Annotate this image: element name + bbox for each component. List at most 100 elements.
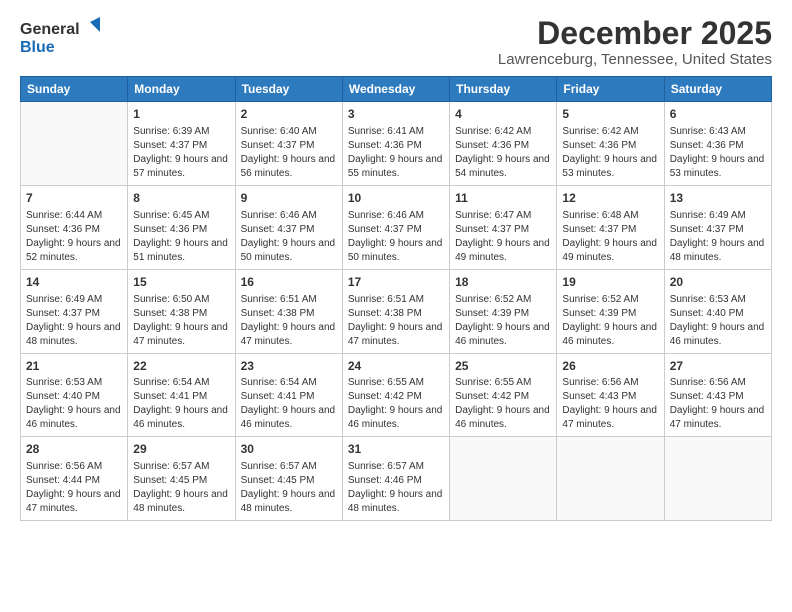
day-info: Sunrise: 6:46 AMSunset: 4:37 PMDaylight:…: [348, 209, 444, 265]
day-info: Sunrise: 6:56 AMSunset: 4:44 PMDaylight:…: [26, 460, 122, 516]
calendar-cell: 16 Sunrise: 6:51 AMSunset: 4:38 PMDayligh…: [235, 269, 342, 353]
day-info: Sunrise: 6:42 AMSunset: 4:36 PMDaylight:…: [455, 125, 551, 181]
calendar-cell: 21Sunrise: 6:53 AMSunset: 4:40 PMDayligh…: [21, 353, 128, 437]
calendar-week-1: 1 Sunrise: 6:39 AMSunset: 4:37 PMDaylight…: [21, 102, 772, 186]
day-number: 4: [455, 106, 551, 123]
month-title: December 2025: [498, 16, 772, 51]
day-info: Sunrise: 6:41 AMSunset: 4:36 PMDaylight:…: [348, 125, 444, 181]
day-info: Sunrise: 6:54 AMSunset: 4:41 PMDaylight:…: [133, 376, 229, 432]
calendar-cell: 24Sunrise: 6:55 AMSunset: 4:42 PMDayligh…: [342, 353, 449, 437]
day-number: 22: [133, 358, 229, 375]
day-info: Sunrise: 6:57 AMSunset: 4:45 PMDaylight:…: [133, 460, 229, 516]
day-number: 14: [26, 274, 122, 291]
day-number: 20: [670, 274, 766, 291]
day-info: Sunrise: 6:56 AMSunset: 4:43 PMDaylight:…: [562, 376, 658, 432]
day-info: Sunrise: 6:56 AMSunset: 4:43 PMDaylight:…: [670, 376, 766, 432]
day-number: 1: [133, 106, 229, 123]
weekday-header-thursday: Thursday: [450, 77, 557, 102]
calendar-cell: 25Sunrise: 6:55 AMSunset: 4:42 PMDayligh…: [450, 353, 557, 437]
day-number: 24: [348, 358, 444, 375]
day-info: Sunrise: 6:46 AMSunset: 4:37 PMDaylight:…: [241, 209, 337, 265]
day-info: Sunrise: 6:54 AMSunset: 4:41 PMDaylight:…: [241, 376, 337, 432]
logo-svg: General Blue: [20, 16, 100, 56]
day-info: Sunrise: 6:57 AMSunset: 4:45 PMDaylight:…: [241, 460, 337, 516]
location-title: Lawrenceburg, Tennessee, United States: [498, 51, 772, 68]
day-number: 10: [348, 190, 444, 207]
day-number: 21: [26, 358, 122, 375]
day-info: Sunrise: 6:52 AMSunset: 4:39 PMDaylight:…: [562, 293, 658, 349]
calendar-cell: 3 Sunrise: 6:41 AMSunset: 4:36 PMDaylight…: [342, 102, 449, 186]
day-number: 17: [348, 274, 444, 291]
day-number: 19: [562, 274, 658, 291]
calendar-cell: 10 Sunrise: 6:46 AMSunset: 4:37 PMDayligh…: [342, 185, 449, 269]
day-number: 16: [241, 274, 337, 291]
calendar-cell: 13 Sunrise: 6:49 AMSunset: 4:37 PMDayligh…: [664, 185, 771, 269]
calendar-cell: 20Sunrise: 6:53 AMSunset: 4:40 PMDayligh…: [664, 269, 771, 353]
day-number: 26: [562, 358, 658, 375]
day-number: 13: [670, 190, 766, 207]
calendar-cell: 18 Sunrise: 6:52 AMSunset: 4:39 PMDayligh…: [450, 269, 557, 353]
weekday-header-friday: Friday: [557, 77, 664, 102]
svg-text:Blue: Blue: [20, 39, 55, 56]
day-number: 25: [455, 358, 551, 375]
weekday-header: SundayMondayTuesdayWednesdayThursdayFrid…: [21, 77, 772, 102]
weekday-header-monday: Monday: [128, 77, 235, 102]
weekday-header-saturday: Saturday: [664, 77, 771, 102]
calendar-cell: 14 Sunrise: 6:49 AMSunset: 4:37 PMDayligh…: [21, 269, 128, 353]
calendar-cell: 6Sunrise: 6:43 AMSunset: 4:36 PMDaylight…: [664, 102, 771, 186]
day-number: 9: [241, 190, 337, 207]
calendar-week-4: 21Sunrise: 6:53 AMSunset: 4:40 PMDayligh…: [21, 353, 772, 437]
day-number: 28: [26, 441, 122, 458]
day-info: Sunrise: 6:55 AMSunset: 4:42 PMDaylight:…: [348, 376, 444, 432]
day-info: Sunrise: 6:51 AMSunset: 4:38 PMDaylight:…: [348, 293, 444, 349]
calendar-cell: 22Sunrise: 6:54 AMSunset: 4:41 PMDayligh…: [128, 353, 235, 437]
day-info: Sunrise: 6:50 AMSunset: 4:38 PMDaylight:…: [133, 293, 229, 349]
page: General Blue December 2025 Lawrenceburg,…: [0, 0, 792, 612]
day-info: Sunrise: 6:48 AMSunset: 4:37 PMDaylight:…: [562, 209, 658, 265]
calendar-cell: 1 Sunrise: 6:39 AMSunset: 4:37 PMDaylight…: [128, 102, 235, 186]
day-info: Sunrise: 6:42 AMSunset: 4:36 PMDaylight:…: [562, 125, 658, 181]
day-info: Sunrise: 6:52 AMSunset: 4:39 PMDaylight:…: [455, 293, 551, 349]
day-info: Sunrise: 6:53 AMSunset: 4:40 PMDaylight:…: [26, 376, 122, 432]
calendar-cell: [557, 437, 664, 521]
day-number: 15: [133, 274, 229, 291]
logo: General Blue: [20, 16, 100, 56]
day-number: 27: [670, 358, 766, 375]
day-info: Sunrise: 6:49 AMSunset: 4:37 PMDaylight:…: [670, 209, 766, 265]
svg-text:General: General: [20, 21, 80, 38]
calendar-cell: [21, 102, 128, 186]
calendar-cell: [450, 437, 557, 521]
day-number: 12: [562, 190, 658, 207]
day-number: 7: [26, 190, 122, 207]
weekday-header-sunday: Sunday: [21, 77, 128, 102]
day-number: 18: [455, 274, 551, 291]
day-info: Sunrise: 6:47 AMSunset: 4:37 PMDaylight:…: [455, 209, 551, 265]
calendar-cell: 26Sunrise: 6:56 AMSunset: 4:43 PMDayligh…: [557, 353, 664, 437]
day-info: Sunrise: 6:40 AMSunset: 4:37 PMDaylight:…: [241, 125, 337, 181]
calendar-cell: 31Sunrise: 6:57 AMSunset: 4:46 PMDayligh…: [342, 437, 449, 521]
day-number: 5: [562, 106, 658, 123]
calendar-table: SundayMondayTuesdayWednesdayThursdayFrid…: [20, 76, 772, 521]
calendar-cell: 12 Sunrise: 6:48 AMSunset: 4:37 PMDayligh…: [557, 185, 664, 269]
day-info: Sunrise: 6:51 AMSunset: 4:38 PMDaylight:…: [241, 293, 337, 349]
calendar-week-3: 14 Sunrise: 6:49 AMSunset: 4:37 PMDayligh…: [21, 269, 772, 353]
calendar-cell: 30Sunrise: 6:57 AMSunset: 4:45 PMDayligh…: [235, 437, 342, 521]
calendar-cell: 23Sunrise: 6:54 AMSunset: 4:41 PMDayligh…: [235, 353, 342, 437]
calendar-cell: 29Sunrise: 6:57 AMSunset: 4:45 PMDayligh…: [128, 437, 235, 521]
calendar-cell: 5 Sunrise: 6:42 AMSunset: 4:36 PMDaylight…: [557, 102, 664, 186]
day-info: Sunrise: 6:39 AMSunset: 4:37 PMDaylight:…: [133, 125, 229, 181]
day-number: 3: [348, 106, 444, 123]
day-number: 8: [133, 190, 229, 207]
calendar-cell: 28 Sunrise: 6:56 AMSunset: 4:44 PMDayligh…: [21, 437, 128, 521]
calendar-cell: 7Sunrise: 6:44 AMSunset: 4:36 PMDaylight…: [21, 185, 128, 269]
calendar-cell: [664, 437, 771, 521]
day-number: 23: [241, 358, 337, 375]
calendar-cell: 17 Sunrise: 6:51 AMSunset: 4:38 PMDayligh…: [342, 269, 449, 353]
title-block: December 2025 Lawrenceburg, Tennessee, U…: [498, 16, 772, 68]
calendar-cell: 9 Sunrise: 6:46 AMSunset: 4:37 PMDaylight…: [235, 185, 342, 269]
day-number: 6: [670, 106, 766, 123]
day-number: 31: [348, 441, 444, 458]
header: General Blue December 2025 Lawrenceburg,…: [20, 16, 772, 68]
calendar-cell: 19 Sunrise: 6:52 AMSunset: 4:39 PMDayligh…: [557, 269, 664, 353]
day-info: Sunrise: 6:49 AMSunset: 4:37 PMDaylight:…: [26, 293, 122, 349]
